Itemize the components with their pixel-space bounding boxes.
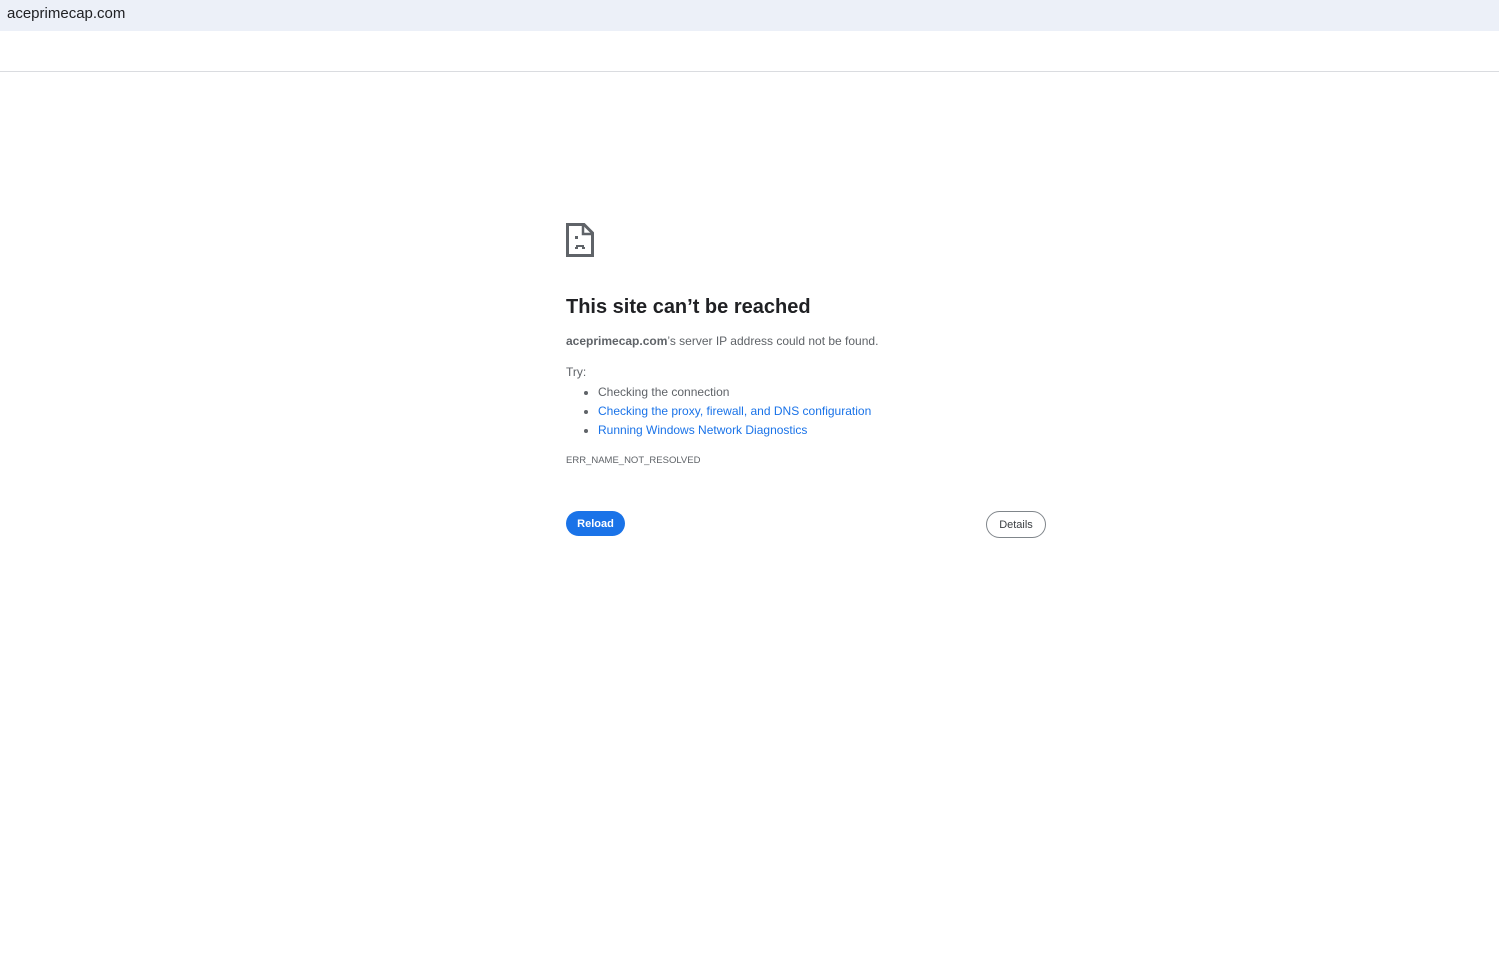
network-diagnostics-link[interactable]: Running Windows Network Diagnostics [598, 423, 807, 437]
proxy-firewall-link[interactable]: Checking the proxy, firewall, and DNS co… [598, 404, 871, 418]
reload-button[interactable]: Reload [566, 511, 625, 536]
error-page: This site can’t be reached aceprimecap.c… [566, 223, 1046, 538]
error-title: This site can’t be reached [566, 296, 811, 318]
toolbar [0, 31, 1499, 72]
error-code: ERR_NAME_NOT_RESOLVED [566, 455, 701, 466]
error-description: aceprimecap.com’s server IP address coul… [566, 334, 878, 348]
suggestion-item: Running Windows Network Diagnostics [598, 421, 871, 440]
address-bar[interactable]: aceprimecap.com [0, 0, 1499, 31]
suggestions-list: Checking the connection Checking the pro… [566, 383, 871, 440]
suggestion-item: Checking the proxy, firewall, and DNS co… [598, 402, 871, 421]
error-domain: aceprimecap.com [566, 334, 668, 348]
details-button[interactable]: Details [986, 511, 1046, 538]
error-message: ’s server IP address could not be found. [667, 334, 879, 348]
sad-page-icon [566, 223, 594, 257]
url-text: aceprimecap.com [7, 5, 126, 22]
suggestion-item: Checking the connection [598, 383, 871, 402]
try-label: Try: [566, 365, 587, 379]
